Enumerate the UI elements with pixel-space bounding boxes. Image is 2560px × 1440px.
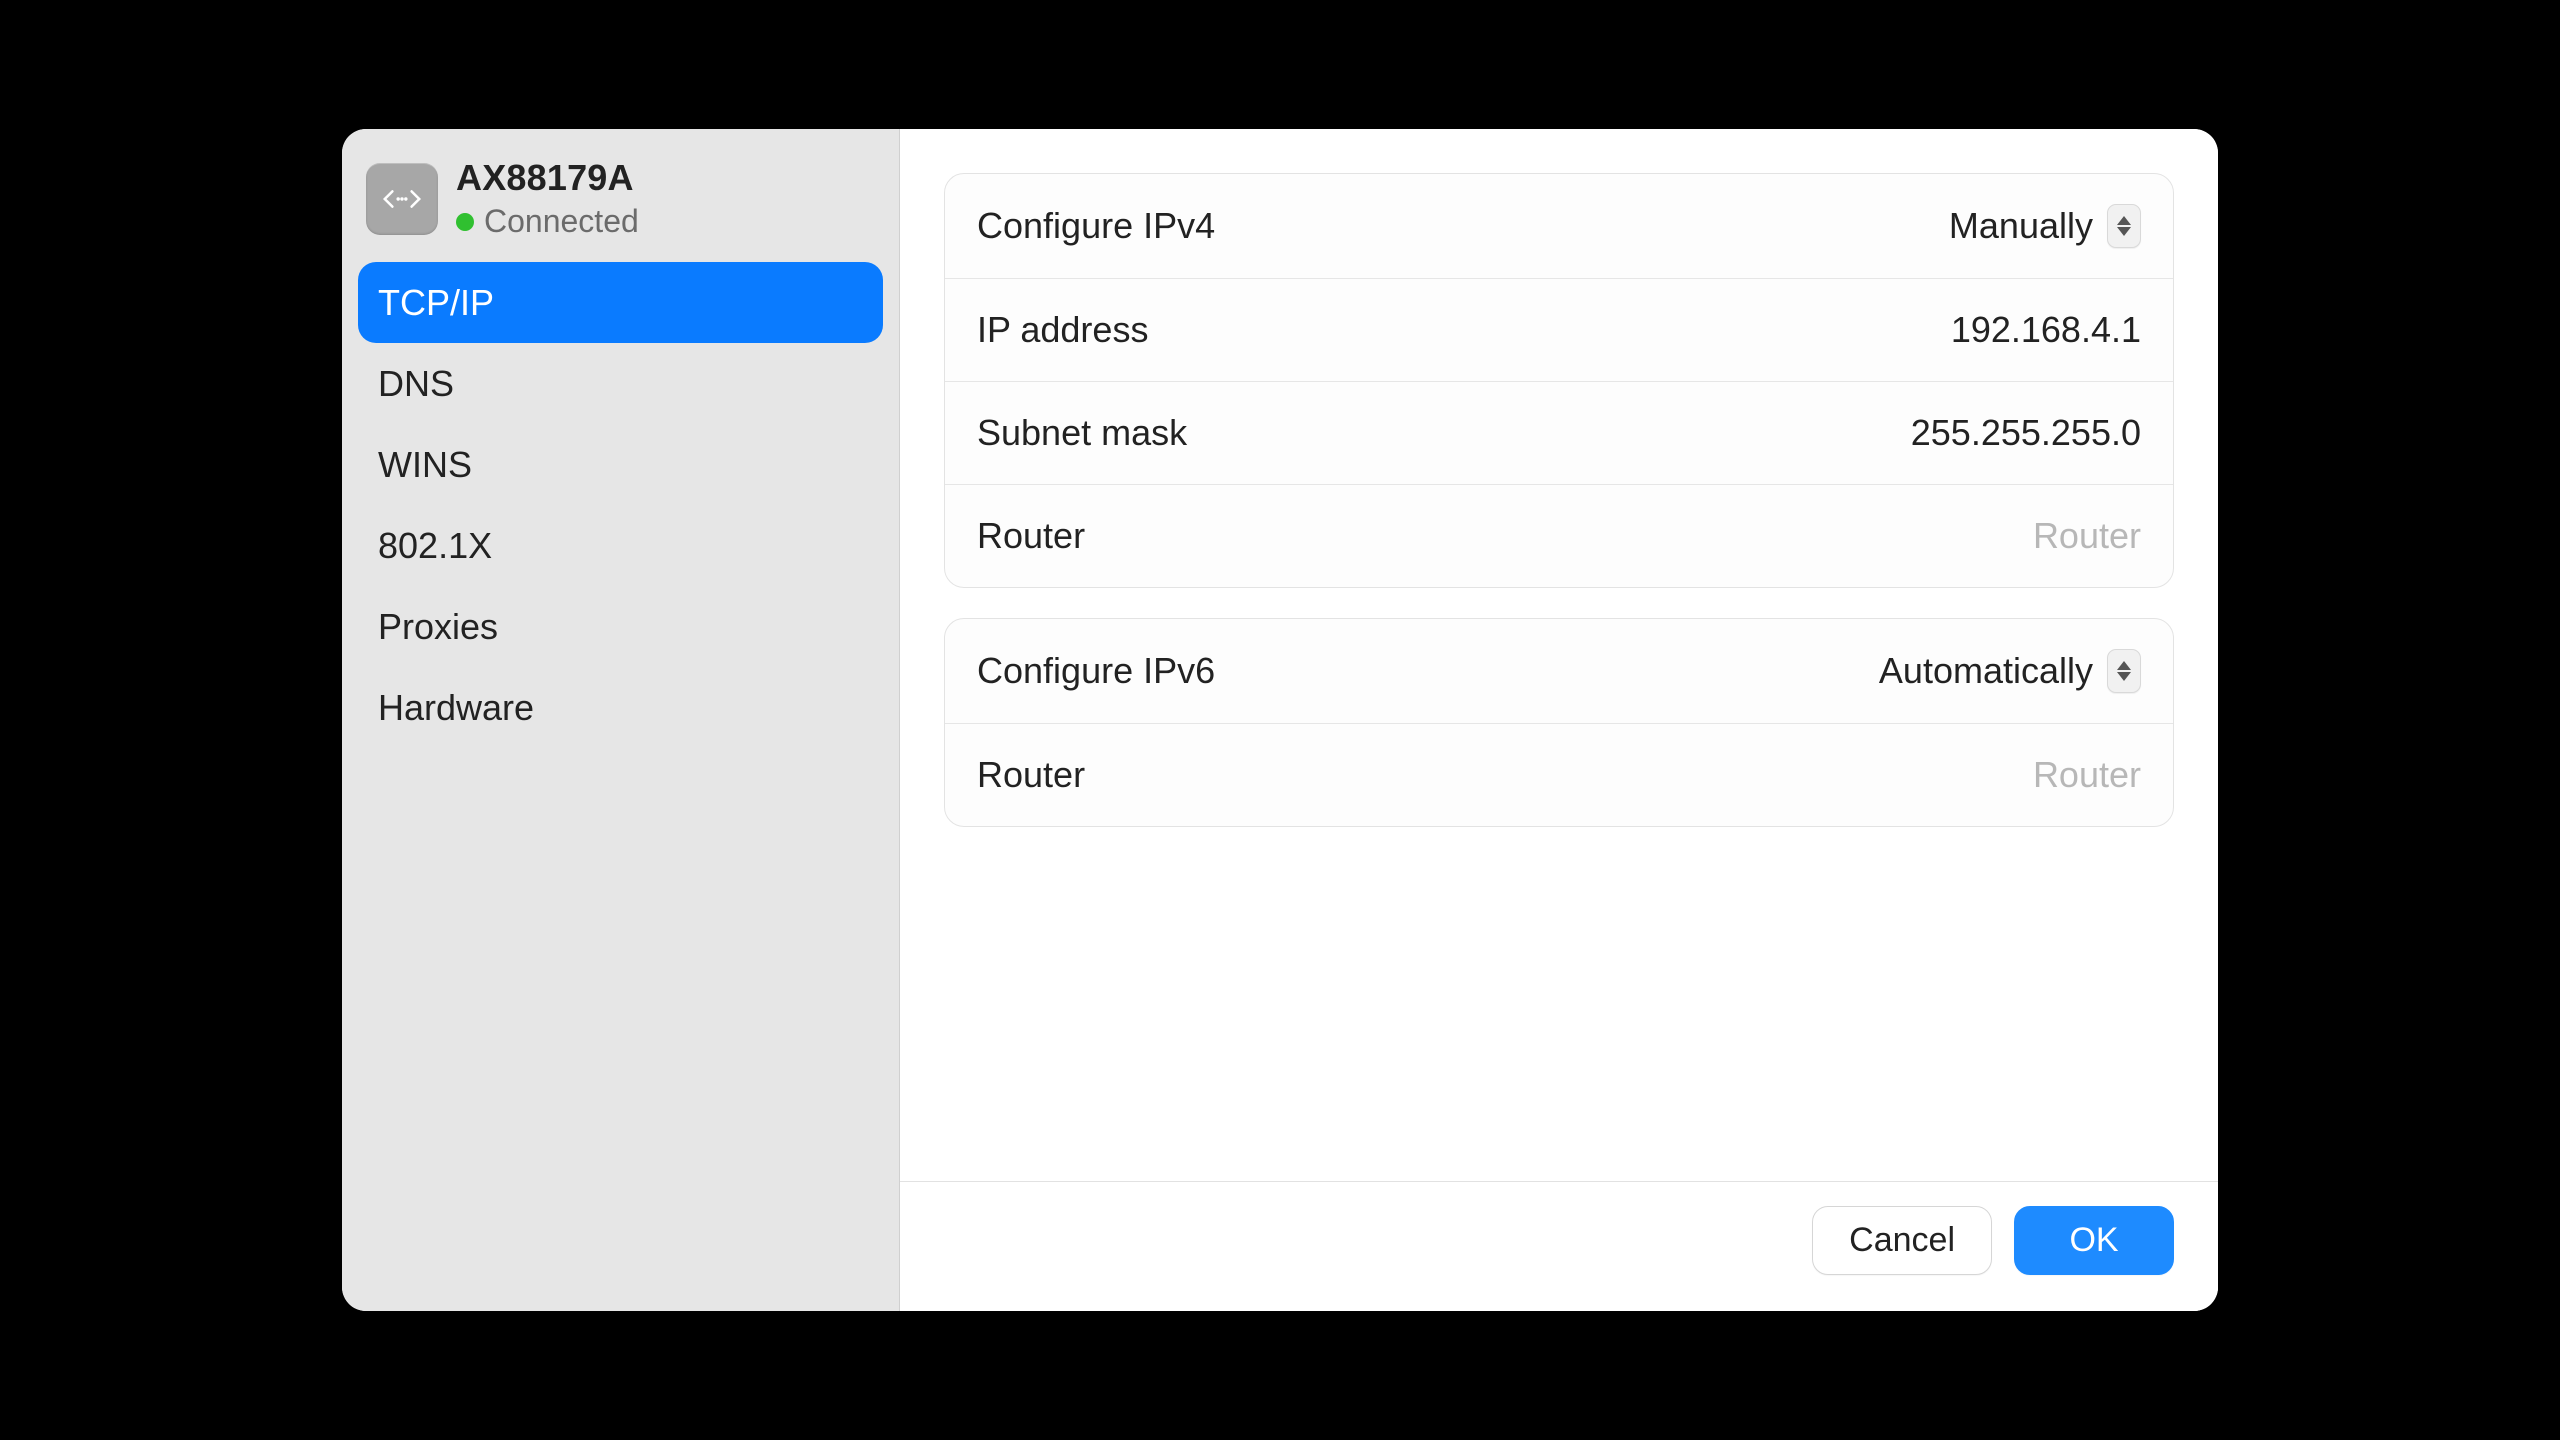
sidebar-item-hardware[interactable]: Hardware: [358, 667, 883, 748]
network-settings-window: AX88179A Connected TCP/IP DNS WINS 802.1…: [342, 129, 2218, 1311]
sidebar: AX88179A Connected TCP/IP DNS WINS 802.1…: [342, 129, 900, 1311]
row-configure-ipv4: Configure IPv4 Manually: [945, 174, 2173, 278]
sidebar-item-dns[interactable]: DNS: [358, 343, 883, 424]
row-subnet-mask: Subnet mask 255.255.255.0: [945, 381, 2173, 484]
label-ipv4-router: Router: [977, 515, 1085, 557]
main-panel: Configure IPv4 Manually IP address 192.1…: [900, 129, 2218, 1311]
value-subnet-mask[interactable]: 255.255.255.0: [1911, 412, 2141, 454]
device-header: AX88179A Connected: [358, 157, 883, 262]
row-configure-ipv6: Configure IPv6 Automatically: [945, 619, 2173, 723]
device-status-row: Connected: [456, 203, 639, 240]
ipv6-group: Configure IPv6 Automatically Router Rout…: [944, 618, 2174, 827]
status-dot-icon: [456, 213, 474, 231]
sidebar-item-proxies[interactable]: Proxies: [358, 586, 883, 667]
row-ipv6-router: Router Router: [945, 723, 2173, 826]
label-subnet-mask: Subnet mask: [977, 412, 1187, 454]
row-ipv4-router: Router Router: [945, 484, 2173, 587]
select-value-ipv6: Automatically: [1879, 650, 2093, 692]
label-configure-ipv6: Configure IPv6: [977, 650, 1215, 692]
sidebar-item-8021x[interactable]: 802.1X: [358, 505, 883, 586]
device-info: AX88179A Connected: [456, 157, 639, 240]
ethernet-adapter-icon: [366, 163, 438, 235]
footer: Cancel OK: [900, 1181, 2218, 1311]
row-ip-address: IP address 192.168.4.1: [945, 278, 2173, 381]
device-status: Connected: [484, 203, 639, 240]
label-ip-address: IP address: [977, 309, 1148, 351]
sidebar-item-wins[interactable]: WINS: [358, 424, 883, 505]
select-configure-ipv4[interactable]: Manually: [1949, 204, 2141, 248]
value-ipv6-router[interactable]: Router: [2033, 754, 2141, 796]
sidebar-nav: TCP/IP DNS WINS 802.1X Proxies Hardware: [358, 262, 883, 748]
value-ip-address[interactable]: 192.168.4.1: [1951, 309, 2141, 351]
label-configure-ipv4: Configure IPv4: [977, 205, 1215, 247]
label-ipv6-router: Router: [977, 754, 1085, 796]
select-configure-ipv6[interactable]: Automatically: [1879, 649, 2141, 693]
cancel-button[interactable]: Cancel: [1812, 1206, 1992, 1275]
device-name: AX88179A: [456, 157, 639, 199]
select-value-ipv4: Manually: [1949, 205, 2093, 247]
updown-stepper-icon: [2107, 204, 2141, 248]
content-area: Configure IPv4 Manually IP address 192.1…: [900, 129, 2218, 1181]
sidebar-item-tcpip[interactable]: TCP/IP: [358, 262, 883, 343]
updown-stepper-icon: [2107, 649, 2141, 693]
value-ipv4-router[interactable]: Router: [2033, 515, 2141, 557]
ok-button[interactable]: OK: [2014, 1206, 2174, 1275]
ipv4-group: Configure IPv4 Manually IP address 192.1…: [944, 173, 2174, 588]
